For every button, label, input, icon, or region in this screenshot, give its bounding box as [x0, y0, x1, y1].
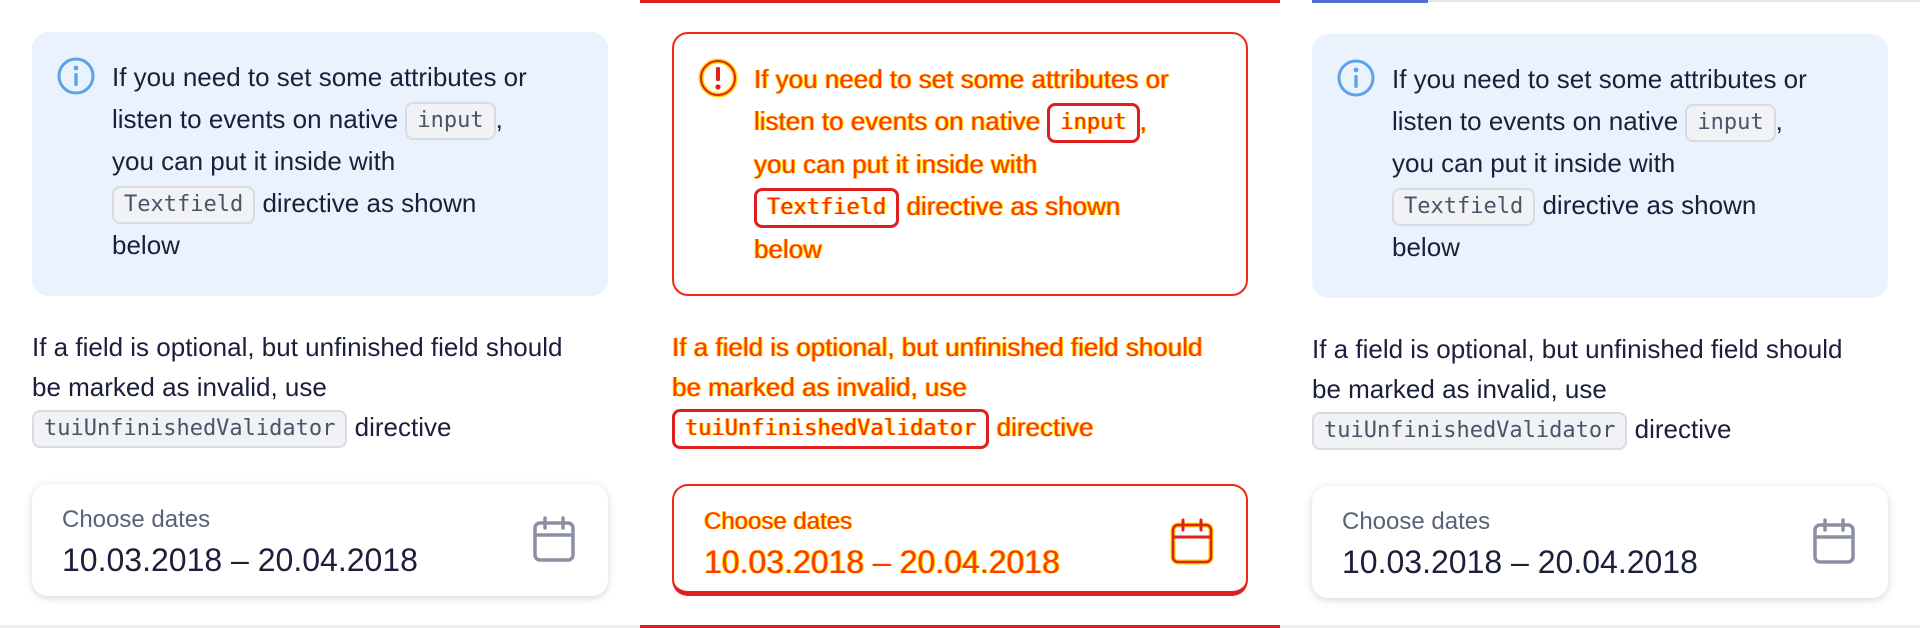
notification-line: listen to events on native — [1392, 106, 1679, 136]
notification-line: listen to events on native — [112, 104, 399, 134]
info-circle-icon — [57, 57, 95, 95]
notification-line: below — [1392, 232, 1460, 263]
notification-line: below — [112, 230, 180, 261]
notification-comma: , — [1775, 106, 1783, 136]
code-input: input — [405, 102, 496, 141]
paragraph-line: be marked as invalid, use — [1312, 374, 1607, 404]
notification-text: If you need to set some attributes or li… — [1392, 58, 1864, 268]
paragraph-post: directive — [354, 412, 452, 442]
info-notification: If you need to set some attributes or li… — [1312, 34, 1888, 298]
notification-comma: , — [495, 104, 503, 134]
info-notification: If you need to set some attributes or li… — [672, 32, 1248, 296]
panel-left: If you need to set some attributes or li… — [0, 0, 640, 628]
notification-line: you can put it inside with — [1392, 148, 1676, 179]
notification-text: If you need to set some attributes or li… — [754, 58, 1222, 270]
diff-top-bar — [640, 0, 1280, 3]
panel-right: If you need to set some attributes or li… — [1280, 0, 1920, 628]
calendar-icon[interactable] — [1170, 518, 1214, 566]
notification-line: listen to events on native — [754, 106, 1041, 136]
date-field-value[interactable]: 10.03.2018 – 20.04.2018 — [1342, 540, 1858, 584]
notification-line: If you need to set some attributes or — [112, 62, 527, 92]
paragraph-line: If a field is optional, but unfinished f… — [1312, 334, 1843, 364]
date-range-field[interactable]: Choose dates 10.03.2018 – 20.04.2018 — [672, 484, 1248, 596]
code-input: input — [1685, 104, 1776, 143]
date-field-label: Choose dates — [704, 508, 853, 535]
code-input: input — [1047, 103, 1140, 144]
date-field-label: Choose dates — [62, 506, 211, 533]
code-unfinished-validator: tuiUnfinishedValidator — [672, 409, 990, 450]
code-unfinished-validator: tuiUnfinishedValidator — [1312, 412, 1628, 451]
date-field-label: Choose dates — [1342, 508, 1491, 535]
code-textfield: Textfield — [112, 186, 256, 225]
paragraph-line: be marked as invalid, use — [32, 372, 327, 402]
calendar-icon[interactable] — [1812, 518, 1856, 566]
notification-line: below — [754, 234, 822, 265]
notification-line: directive as shown — [906, 191, 1121, 222]
tab-bar-line — [1428, 0, 1920, 2]
code-unfinished-validator: tuiUnfinishedValidator — [32, 410, 348, 449]
description-paragraph: If a field is optional, but unfinished f… — [32, 327, 622, 449]
notification-text: If you need to set some attributes or li… — [112, 56, 584, 266]
description-paragraph: If a field is optional, but unfinished f… — [672, 327, 1262, 450]
panel-diff: If you need to set some attributes or li… — [640, 0, 1280, 628]
notification-line: directive as shown — [1542, 190, 1757, 221]
info-notification: If you need to set some attributes or li… — [32, 32, 608, 296]
paragraph-line: be marked as invalid, use — [672, 372, 967, 402]
info-circle-icon — [698, 58, 738, 98]
calendar-icon[interactable] — [532, 516, 576, 564]
notification-line: directive as shown — [262, 188, 477, 219]
paragraph-line: If a field is optional, but unfinished f… — [32, 332, 563, 362]
date-field-value[interactable]: 10.03.2018 – 20.04.2018 — [62, 538, 578, 582]
info-circle-icon — [1337, 59, 1375, 97]
active-tab-indicator — [1312, 0, 1428, 3]
paragraph-line: If a field is optional, but unfinished f… — [672, 332, 1203, 362]
code-textfield: Textfield — [1392, 188, 1536, 227]
date-range-field[interactable]: Choose dates 10.03.2018 – 20.04.2018 — [1312, 486, 1888, 598]
notification-comma: , — [1139, 106, 1147, 136]
notification-line: you can put it inside with — [754, 149, 1038, 180]
code-textfield: Textfield — [754, 188, 900, 229]
description-paragraph: If a field is optional, but unfinished f… — [1312, 329, 1902, 451]
date-field-value[interactable]: 10.03.2018 – 20.04.2018 — [704, 540, 1216, 584]
notification-line: If you need to set some attributes or — [754, 64, 1169, 94]
notification-line: If you need to set some attributes or — [1392, 64, 1807, 94]
date-range-field[interactable]: Choose dates 10.03.2018 – 20.04.2018 — [32, 484, 608, 596]
paragraph-post: directive — [1634, 414, 1732, 444]
notification-line: you can put it inside with — [112, 146, 396, 177]
paragraph-post: directive — [996, 412, 1094, 442]
